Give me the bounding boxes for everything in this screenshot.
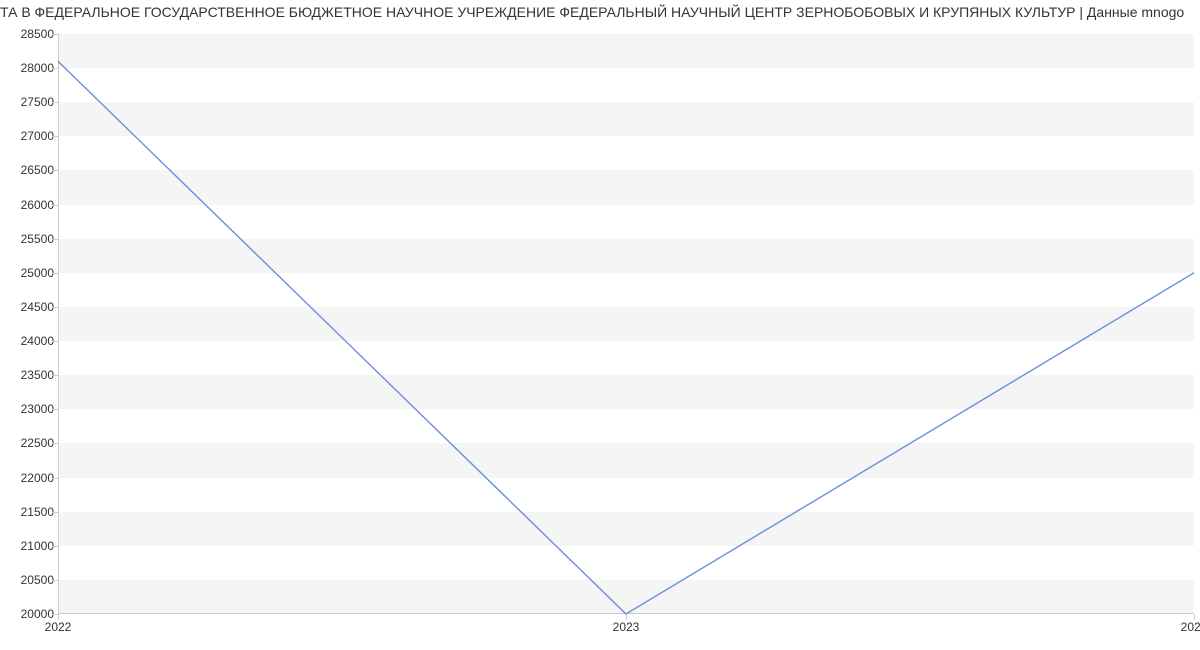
y-tick-label: 28000	[4, 61, 54, 75]
y-tick-label: 23000	[4, 402, 54, 416]
y-tick-label: 25500	[4, 232, 54, 246]
y-tick-label: 27500	[4, 95, 54, 109]
y-tick-label: 25000	[4, 266, 54, 280]
y-tick-label: 21500	[4, 505, 54, 519]
chart-container: ТА В ФЕДЕРАЛЬНОЕ ГОСУДАРСТВЕННОЕ БЮДЖЕТН…	[0, 0, 1200, 650]
y-tick-label: 20000	[4, 607, 54, 621]
x-tick-label: 2024	[1181, 620, 1200, 634]
y-tick-label: 24000	[4, 334, 54, 348]
x-tick-label: 2023	[613, 620, 640, 634]
y-tick-label: 27000	[4, 129, 54, 143]
line-layer	[58, 34, 1194, 614]
x-tick-mark	[58, 614, 59, 620]
x-tick-mark	[626, 614, 627, 620]
y-tick-label: 22000	[4, 471, 54, 485]
chart-title: ТА В ФЕДЕРАЛЬНОЕ ГОСУДАРСТВЕННОЕ БЮДЖЕТН…	[0, 0, 1200, 24]
x-tick-mark	[1194, 614, 1195, 620]
y-tick-label: 23500	[4, 368, 54, 382]
y-tick-label: 24500	[4, 300, 54, 314]
y-tick-label: 26500	[4, 163, 54, 177]
y-tick-label: 22500	[4, 436, 54, 450]
y-tick-label: 21000	[4, 539, 54, 553]
x-tick-label: 2022	[45, 620, 72, 634]
series-line	[58, 61, 1194, 614]
plot-area	[58, 34, 1194, 614]
y-tick-label: 20500	[4, 573, 54, 587]
y-tick-label: 28500	[4, 27, 54, 41]
y-tick-label: 26000	[4, 198, 54, 212]
